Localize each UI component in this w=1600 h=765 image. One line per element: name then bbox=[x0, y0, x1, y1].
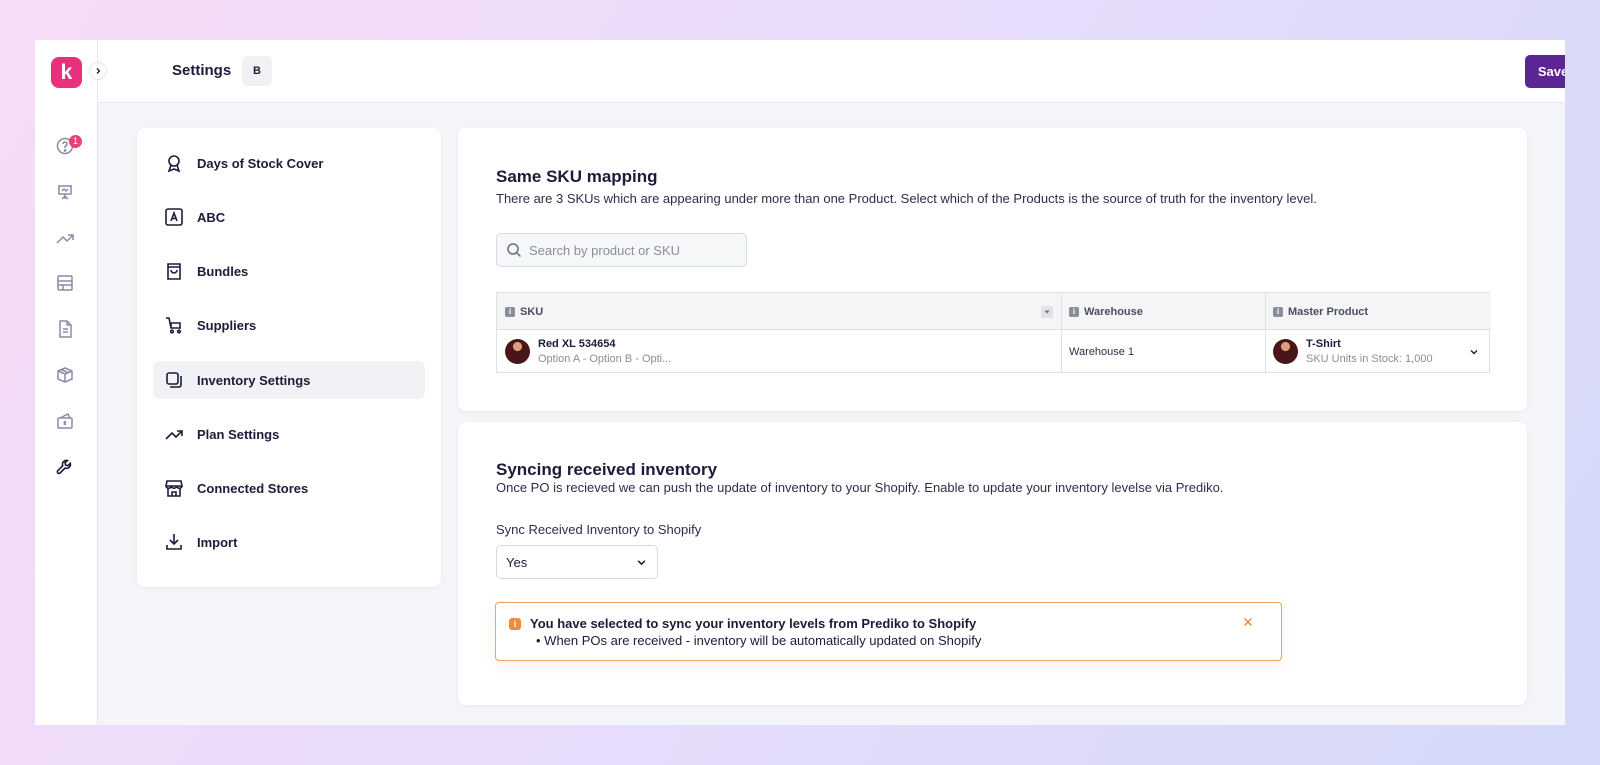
section-description: Once PO is recieved we can push the upda… bbox=[496, 480, 1224, 495]
top-header: Settings B Save bbox=[98, 40, 1565, 103]
menu-item-label: Plan Settings bbox=[197, 426, 280, 442]
search-box[interactable] bbox=[496, 233, 747, 267]
column-divider bbox=[1061, 293, 1062, 372]
info-icon: i bbox=[505, 306, 515, 317]
search-input[interactable] bbox=[529, 234, 739, 266]
section-title: Syncing received inventory bbox=[496, 460, 718, 479]
trend-icon bbox=[163, 423, 185, 445]
menu-item-bundles[interactable]: Bundles bbox=[153, 252, 425, 290]
table-row: Red XL 534654 Option A - Option B - Opti… bbox=[505, 330, 1055, 373]
store-icon bbox=[163, 477, 185, 499]
sync-select[interactable]: Yes bbox=[496, 545, 658, 579]
settings-menu: Days of Stock Cover ABC Bundles Supplier… bbox=[137, 128, 441, 587]
select-value: Yes bbox=[506, 554, 528, 570]
sync-inventory-card: Syncing received inventory Once PO is re… bbox=[458, 422, 1527, 705]
app-window: k 1 Settings B Save Days of Stock Cover … bbox=[35, 40, 1565, 725]
master-product-select[interactable]: T-Shirt SKU Units in Stock: 1,000 bbox=[1273, 330, 1483, 373]
sort-dropdown-button[interactable] bbox=[1041, 293, 1055, 330]
info-icon: i bbox=[1069, 306, 1079, 317]
download-icon bbox=[163, 531, 185, 553]
column-label: Master Product bbox=[1288, 305, 1369, 318]
alert-body: • When POs are received - inventory will… bbox=[536, 633, 982, 648]
calendar-grid-icon[interactable] bbox=[54, 272, 76, 294]
column-label: SKU bbox=[520, 305, 544, 318]
box-icon[interactable] bbox=[54, 364, 76, 386]
column-label: Warehouse bbox=[1084, 305, 1143, 318]
chevron-right-icon bbox=[96, 68, 101, 74]
product-thumbnail bbox=[1273, 339, 1298, 364]
save-button[interactable]: Save bbox=[1525, 55, 1565, 88]
close-icon[interactable] bbox=[1240, 614, 1256, 630]
menu-item-label: Days of Stock Cover bbox=[197, 155, 324, 171]
letter-a-icon bbox=[163, 206, 185, 228]
alert-title: You have selected to sync your inventory… bbox=[530, 616, 977, 631]
menu-item-days-of-stock-cover[interactable]: Days of Stock Cover bbox=[153, 144, 425, 182]
sync-alert: i You have selected to sync your invento… bbox=[495, 602, 1282, 661]
menu-item-plan-settings[interactable]: Plan Settings bbox=[153, 415, 425, 453]
page-title: Settings bbox=[172, 62, 232, 79]
cart-icon bbox=[163, 314, 185, 336]
column-header-master-product[interactable]: i Master Product bbox=[1273, 293, 1483, 330]
workspace-chip[interactable]: B bbox=[242, 56, 272, 86]
menu-item-import[interactable]: Import bbox=[153, 523, 425, 561]
column-header-sku[interactable]: i SKU bbox=[505, 293, 1065, 330]
sku-options: Option A - Option B - Opti... bbox=[538, 353, 672, 365]
wrench-icon[interactable] bbox=[54, 456, 76, 478]
menu-item-connected-stores[interactable]: Connected Stores bbox=[153, 469, 425, 507]
menu-item-label: ABC bbox=[197, 209, 226, 225]
sku-table: i SKU i Warehouse i Master Product Red X… bbox=[496, 292, 1491, 373]
section-title: Same SKU mapping bbox=[496, 167, 658, 186]
chevron-down-icon bbox=[1470, 350, 1478, 355]
sku-mapping-card: Same SKU mapping There are 3 SKUs which … bbox=[458, 128, 1527, 411]
trend-up-icon[interactable] bbox=[54, 227, 76, 249]
copy-icon bbox=[163, 369, 185, 391]
presentation-icon[interactable] bbox=[54, 181, 76, 203]
award-icon bbox=[163, 152, 185, 174]
section-description: There are 3 SKUs which are appearing und… bbox=[496, 191, 1317, 206]
menu-item-label: Inventory Settings bbox=[197, 372, 311, 388]
menu-item-suppliers[interactable]: Suppliers bbox=[153, 306, 425, 344]
search-icon bbox=[506, 242, 522, 263]
app-logo[interactable]: k bbox=[51, 57, 82, 88]
menu-item-inventory-settings[interactable]: Inventory Settings bbox=[153, 361, 425, 399]
product-name: T-Shirt bbox=[1306, 338, 1341, 350]
column-header-warehouse[interactable]: i Warehouse bbox=[1069, 293, 1269, 330]
cash-icon[interactable] bbox=[54, 410, 76, 432]
menu-item-label: Bundles bbox=[197, 263, 249, 279]
menu-item-label: Connected Stores bbox=[197, 480, 309, 496]
document-icon[interactable] bbox=[54, 318, 76, 340]
warehouse-cell: Warehouse 1 bbox=[1069, 345, 1135, 358]
menu-item-label: Import bbox=[197, 534, 238, 550]
alert-body-text: When POs are received - inventory will b… bbox=[544, 633, 982, 648]
menu-item-label: Suppliers bbox=[197, 317, 257, 333]
menu-item-abc[interactable]: ABC bbox=[153, 198, 425, 236]
column-divider bbox=[1265, 293, 1266, 372]
shopping-bag-icon bbox=[163, 260, 185, 282]
sku-name: Red XL 534654 bbox=[538, 338, 616, 350]
caret-down-icon bbox=[1041, 305, 1053, 318]
product-thumbnail bbox=[505, 339, 530, 364]
info-icon: i bbox=[1273, 306, 1283, 317]
product-stock: SKU Units in Stock: 1,000 bbox=[1306, 353, 1433, 365]
notification-badge: 1 bbox=[69, 135, 82, 148]
expand-rail-button[interactable] bbox=[89, 62, 107, 80]
nav-rail: k 1 bbox=[35, 40, 98, 725]
info-icon: i bbox=[509, 618, 521, 630]
field-label: Sync Received Inventory to Shopify bbox=[496, 522, 702, 537]
chevron-down-icon bbox=[637, 560, 646, 566]
